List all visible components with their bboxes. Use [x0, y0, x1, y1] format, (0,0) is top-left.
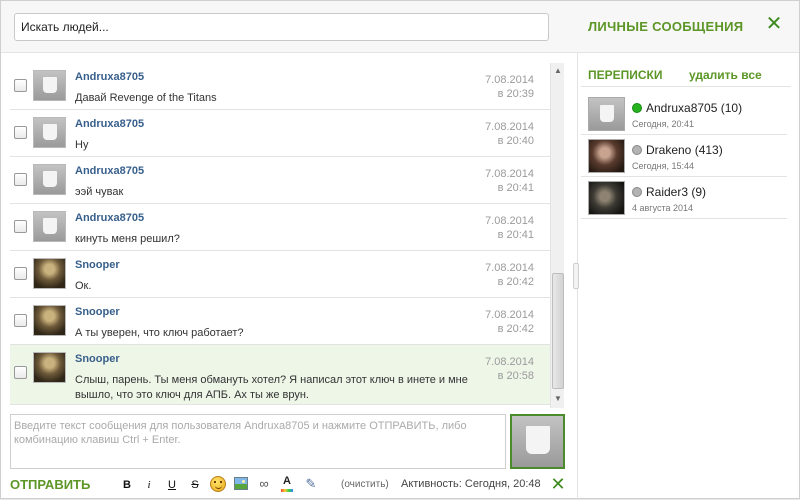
clear-link[interactable]: (очистить): [341, 479, 389, 490]
message-text: ээй чувак: [75, 186, 124, 198]
conversation-name: Drakeno (413): [646, 143, 723, 157]
recipient-avatar: [510, 414, 565, 469]
close-icon[interactable]: ✕: [549, 475, 567, 493]
message-sender[interactable]: Andruxa8705: [75, 71, 144, 83]
smiley-icon[interactable]: [210, 476, 226, 492]
avatar: [588, 139, 625, 173]
image-icon[interactable]: [234, 477, 248, 490]
message-checkbox[interactable]: [14, 267, 27, 280]
conversation-date: 4 августа 2014: [632, 203, 694, 213]
message-date: 7.08.2014 в 20:40: [485, 121, 534, 147]
message-sender[interactable]: Andruxa8705: [75, 118, 144, 130]
avatar: [33, 352, 66, 383]
pane-splitter-handle[interactable]: [573, 263, 579, 289]
conversation-date: Сегодня, 15:44: [632, 161, 695, 171]
avatar: [33, 117, 66, 148]
underline-button[interactable]: U: [164, 477, 180, 493]
message-date: 7.08.2014 в 20:42: [485, 309, 534, 335]
message-date: 7.08.2014 в 20:41: [485, 168, 534, 194]
avatar: [588, 97, 625, 131]
text-color-icon[interactable]: A: [280, 475, 294, 493]
message-item[interactable]: Andruxa8705 Давай Revenge of the Titans …: [10, 63, 550, 110]
close-icon[interactable]: ✕: [765, 14, 783, 34]
avatar: [33, 305, 66, 336]
message-sender[interactable]: Snooper: [75, 353, 120, 365]
message-checkbox[interactable]: [14, 79, 27, 92]
avatar: [33, 70, 66, 101]
pencil-icon[interactable]: ✎: [303, 476, 319, 492]
search-input[interactable]: [14, 13, 549, 41]
message-text: А ты уверен, что ключ работает?: [75, 327, 244, 339]
message-sender[interactable]: Andruxa8705: [75, 212, 144, 224]
link-icon[interactable]: ∞: [256, 476, 272, 492]
activity-status: Активность: Сегодня, 20:48: [401, 478, 541, 490]
message-text: Ну: [75, 139, 89, 151]
conversations-title: ПЕРЕПИСКИ: [588, 68, 663, 82]
message-item[interactable]: Andruxa8705 ээй чувак 7.08.2014 в 20:41: [10, 157, 550, 204]
message-date: 7.08.2014 в 20:41: [485, 215, 534, 241]
conversation-item[interactable]: Drakeno (413) Сегодня, 15:44: [581, 135, 787, 177]
conversation-name: Raider3 (9): [646, 185, 707, 199]
page-title: ЛИЧНЫЕ СООБЩЕНИЯ: [588, 19, 744, 34]
message-item[interactable]: Snooper Слыш, парень. Ты меня обмануть х…: [10, 345, 550, 405]
bold-button[interactable]: B: [119, 477, 135, 493]
message-item[interactable]: Andruxa8705 Ну 7.08.2014 в 20:40: [10, 110, 550, 157]
message-sender[interactable]: Snooper: [75, 259, 120, 271]
message-date: 7.08.2014 в 20:58: [485, 356, 534, 382]
message-list[interactable]: Andruxa8705 Давай Revenge of the Titans …: [10, 63, 550, 408]
message-text: Слыш, парень. Ты меня обмануть хотел? Я …: [75, 374, 468, 401]
scroll-up-icon[interactable]: ▲: [553, 66, 563, 76]
avatar: [33, 211, 66, 242]
message-item[interactable]: Snooper Ок. 7.08.2014 в 20:42: [10, 251, 550, 298]
message-checkbox[interactable]: [14, 366, 27, 379]
message-sender[interactable]: Snooper: [75, 306, 120, 318]
message-text: Давай Revenge of the Titans: [75, 92, 217, 104]
avatar: [33, 258, 66, 289]
message-checkbox[interactable]: [14, 220, 27, 233]
offline-status-icon: [632, 145, 642, 155]
messages-window: ЛИЧНЫЕ СООБЩЕНИЯ ✕ Andruxa8705 Давай Rev…: [0, 0, 800, 500]
message-checkbox[interactable]: [14, 173, 27, 186]
message-item[interactable]: Andruxa8705 кинуть меня решил? 7.08.2014…: [10, 204, 550, 251]
message-item[interactable]: Snooper А ты уверен, что ключ работает? …: [10, 298, 550, 345]
scroll-down-icon[interactable]: ▼: [553, 394, 563, 404]
conversation-item[interactable]: Andruxa8705 (10) Сегодня, 20:41: [581, 93, 787, 135]
message-text: кинуть меня решил?: [75, 233, 180, 245]
message-scrollbar[interactable]: ▲ ▼: [550, 63, 564, 408]
conversation-date: Сегодня, 20:41: [632, 119, 695, 129]
conversation-item[interactable]: Raider3 (9) 4 августа 2014: [581, 177, 787, 219]
message-text: Ок.: [75, 280, 92, 292]
sidebar-divider: [581, 86, 791, 87]
avatar: [588, 181, 625, 215]
message-checkbox[interactable]: [14, 126, 27, 139]
italic-button[interactable]: i: [141, 477, 157, 493]
strikethrough-button[interactable]: S: [187, 477, 203, 493]
send-button[interactable]: ОТПРАВИТЬ: [10, 477, 90, 492]
message-date: 7.08.2014 в 20:39: [485, 74, 534, 100]
scroll-thumb[interactable]: [552, 273, 564, 389]
delete-all-link[interactable]: удалить все: [689, 68, 762, 82]
message-input[interactable]: [10, 414, 506, 469]
header-bar: ЛИЧНЫЕ СООБЩЕНИЯ ✕: [1, 1, 799, 53]
offline-status-icon: [632, 187, 642, 197]
online-status-icon: [632, 103, 642, 113]
message-date: 7.08.2014 в 20:42: [485, 262, 534, 288]
message-sender[interactable]: Andruxa8705: [75, 165, 144, 177]
avatar: [33, 164, 66, 195]
message-checkbox[interactable]: [14, 314, 27, 327]
conversation-name: Andruxa8705 (10): [646, 101, 743, 115]
